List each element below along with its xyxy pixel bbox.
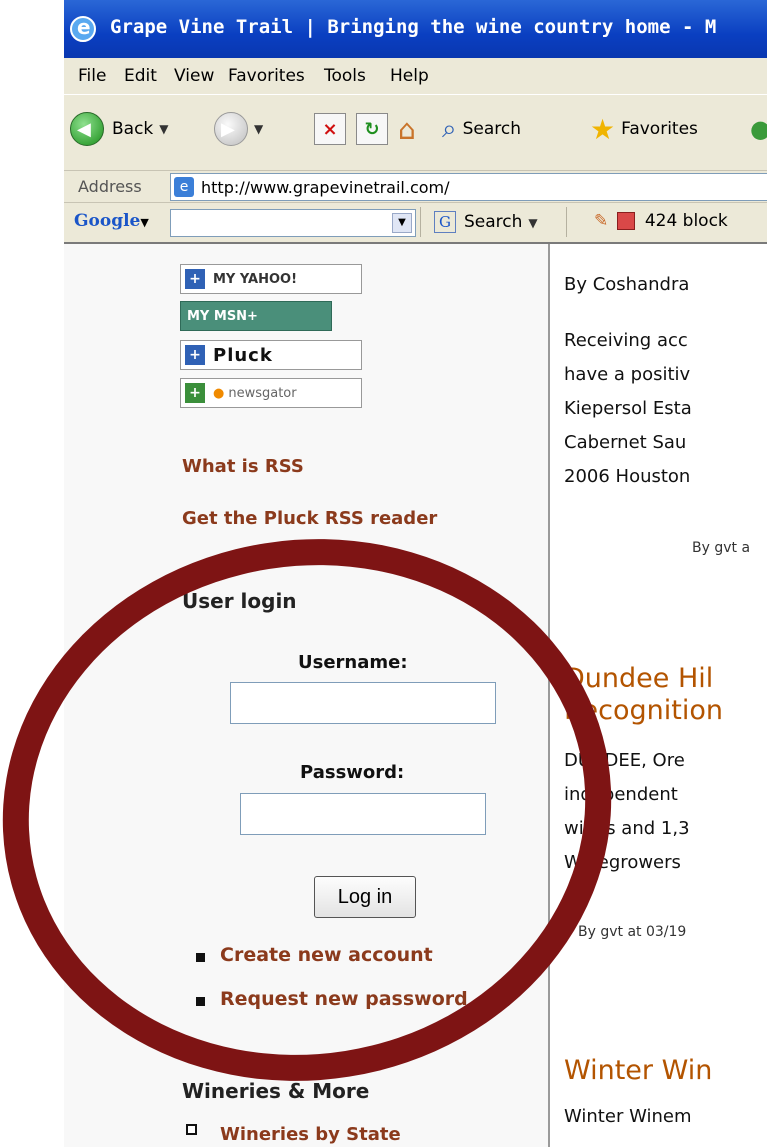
feed-label: Pluck [213,344,273,366]
page-icon: e [174,177,194,197]
what-is-rss-link[interactable]: What is RSS [182,456,304,477]
google-search-button[interactable]: G Search ▼ [434,211,538,233]
request-password-link[interactable]: Request new password [220,988,468,1010]
feed-badge-yahoo[interactable]: + MY YAHOO! [180,264,362,294]
title-bar: Grape Vine Trail | Bringing the wine cou… [64,0,767,58]
blocked-icon [617,212,636,230]
stop-button[interactable]: × [314,107,346,151]
menu-view[interactable]: View [174,66,214,86]
create-account-link[interactable]: Create new account [220,944,433,966]
separator [566,207,567,237]
chevron-down-icon[interactable]: ▼ [392,213,412,233]
search-button[interactable]: ⌕ Search [442,107,521,151]
separator [420,207,421,237]
feed-badge-newsgator[interactable]: + ● newsgator [180,378,362,408]
back-button[interactable]: ◀ Back ▼ [70,107,169,151]
username-input[interactable] [230,682,496,724]
address-input[interactable]: e http://www.grapevinetrail.com/ [170,173,767,201]
article-meta: By gvt a [692,540,751,556]
forward-button[interactable]: ▶ ▼ [214,107,263,151]
google-toolbar: Google▼ ▼ G Search ▼ ✎ 424 block [64,202,767,243]
article-text-line: Kiepersol Esta [564,398,692,419]
article-text-line: DUNDEE, Ore [564,750,685,771]
menu-tools[interactable]: Tools [324,66,366,86]
menu-help[interactable]: Help [390,66,429,86]
google-search-label: Search [464,212,523,232]
login-button[interactable]: Log in [314,876,416,918]
article-text-line: have a positiv [564,364,691,385]
sidebar: + MY YAHOO! MY MSN+ + Pluck + ● newsgato… [64,244,548,1147]
article-title[interactable]: Winter Win [564,1056,712,1086]
article-text-line: 2006 Houston [564,466,691,487]
article-text-line: wines and 1,3 [564,818,690,839]
password-input[interactable] [240,793,486,835]
list-bullet [186,1124,197,1135]
address-label: Address [78,177,142,196]
article-text-line: Winegrowers [564,852,681,873]
forward-arrow-icon: ▶ [214,112,248,146]
home-icon: ⌂ [398,112,416,146]
star-icon: ★ [590,112,616,146]
column-divider [548,244,550,1147]
google-logo[interactable]: Google▼ [74,211,149,231]
article-meta: By gvt at 03/19 [578,924,687,940]
get-pluck-link[interactable]: Get the Pluck RSS reader [182,508,437,529]
feed-label: newsgator [228,385,297,401]
article-text-line: Cabernet Sau [564,432,687,453]
page-content: + MY YAHOO! MY MSN+ + Pluck + ● newsgato… [64,242,767,1147]
popup-blocker[interactable]: ✎ 424 block [594,211,728,231]
pencil-icon: ✎ [594,211,609,231]
plus-icon: + [185,345,205,365]
main-column: By Coshandra Receiving acc have a positi… [564,244,767,1147]
media-icon: ● [750,115,767,143]
home-button[interactable]: ⌂ [398,107,416,151]
address-url: http://www.grapevinetrail.com/ [201,178,450,197]
chevron-down-icon: ▼ [528,216,538,230]
article-byline: By Coshandra [564,274,690,295]
stop-icon: × [314,113,346,145]
back-arrow-icon: ◀ [70,112,104,146]
favorites-label: Favorites [621,119,698,139]
favorites-button[interactable]: ★ Favorites [590,107,698,151]
search-label: Search [462,119,521,139]
browser-window: Grape Vine Trail | Bringing the wine cou… [64,0,767,1147]
search-icon: ⌕ [442,113,457,144]
standard-toolbar: ◀ Back ▼ ▶ ▼ × ↻ ⌂ ⌕ Search ★ Favorites … [64,94,767,171]
menu-bar: File Edit View Favorites Tools Help [64,58,767,94]
back-label: Back [112,119,154,139]
wineries-by-state-link[interactable]: Wineries by State [220,1124,401,1145]
list-bullet [196,997,205,1006]
username-label: Username: [298,652,408,673]
article-title[interactable]: Dundee Hil [564,664,713,694]
plus-icon: + [185,383,205,403]
menu-favorites[interactable]: Favorites [228,66,305,86]
login-heading: User login [182,589,297,613]
media-button[interactable]: ● [750,107,767,151]
menu-edit[interactable]: Edit [124,66,157,86]
chevron-down-icon: ▼ [159,122,169,136]
article-title[interactable]: Recognition [564,696,723,726]
feed-label: MY MSN+ [187,308,258,324]
google-search-input[interactable] [170,209,416,237]
article-text-line: Winter Winem [564,1106,692,1127]
password-label: Password: [300,762,405,783]
menu-file[interactable]: File [78,66,106,86]
list-bullet [196,953,205,962]
feed-badge-msn[interactable]: MY MSN+ [180,301,332,331]
feed-label: MY YAHOO! [213,271,298,287]
article-text-line: independent [564,784,678,805]
address-bar: Address e http://www.grapevinetrail.com/ [64,170,767,203]
refresh-button[interactable]: ↻ [356,107,388,151]
ie-icon [70,15,96,42]
article-text-line: Receiving acc [564,330,688,351]
feed-badge-pluck[interactable]: + Pluck [180,340,362,370]
newsgator-icon: ● [213,385,225,401]
blocked-count: 424 block [644,211,728,231]
wineries-heading: Wineries & More [182,1079,370,1103]
google-g-icon: G [434,211,456,233]
window-title: Grape Vine Trail | Bringing the wine cou… [110,16,717,38]
refresh-icon: ↻ [356,113,388,145]
plus-icon: + [185,269,205,289]
chevron-down-icon: ▼ [254,122,264,136]
